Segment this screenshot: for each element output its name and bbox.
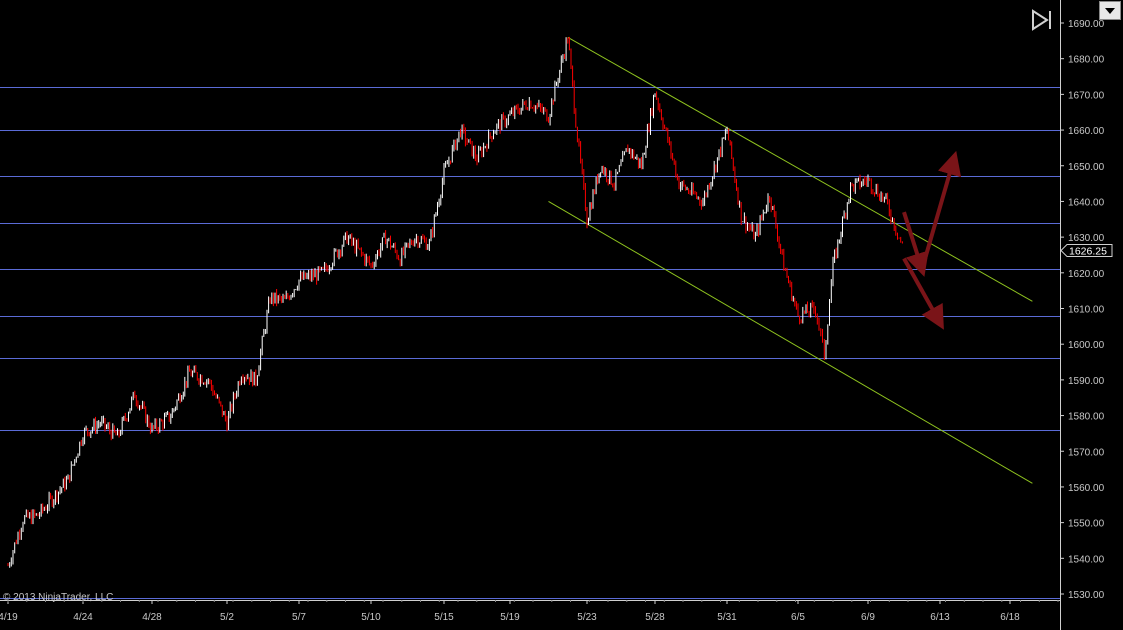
price-bars xyxy=(7,36,903,568)
last-price-label: 1626.25 xyxy=(1069,246,1107,258)
y-tick-label: 1620.00 xyxy=(1068,269,1105,280)
x-tick-label: 5/7 xyxy=(292,612,306,623)
horizontal-levels xyxy=(0,87,1060,599)
x-tick-label: 5/15 xyxy=(434,612,454,623)
x-tick-label: 6/18 xyxy=(1000,612,1020,623)
axes xyxy=(0,0,1061,630)
y-tick-label: 1560.00 xyxy=(1068,483,1105,494)
skip-to-end-icon[interactable] xyxy=(1031,9,1055,31)
dropdown-arrow-icon[interactable] xyxy=(1099,1,1121,20)
y-tick-label: 1650.00 xyxy=(1068,162,1105,173)
y-tick-label: 1670.00 xyxy=(1068,90,1105,101)
y-tick-label: 1570.00 xyxy=(1068,447,1105,458)
x-tick-label: 4/24 xyxy=(73,612,93,623)
y-tick-label: 1580.00 xyxy=(1068,412,1105,423)
x-tick-label: 5/31 xyxy=(717,612,737,623)
trend-channel xyxy=(548,36,1033,484)
x-tick-label: 4/28 xyxy=(142,612,162,623)
price-chart[interactable]: 1530.00 1540.00 1550.00 1560.00 1570.00 1580.… xyxy=(0,0,1123,630)
channel-line xyxy=(548,201,1033,484)
x-tick-label: 6/13 xyxy=(930,612,950,623)
y-tick-label: 1660.00 xyxy=(1068,126,1105,137)
y-tick-label: 1550.00 xyxy=(1068,519,1105,530)
x-tick-label: 6/9 xyxy=(861,612,875,623)
channel-line xyxy=(567,36,1033,302)
x-tick-label: 5/2 xyxy=(220,612,234,623)
y-tick-label: 1600.00 xyxy=(1068,340,1105,351)
x-tick-label: 6/5 xyxy=(791,612,805,623)
y-tick-label: 1690.00 xyxy=(1068,19,1105,30)
copyright-watermark: © 2013 NinjaTrader, LLC xyxy=(3,592,113,603)
projection-arrows xyxy=(902,150,962,330)
y-tick-label: 1680.00 xyxy=(1068,55,1105,66)
y-tick-label: 1590.00 xyxy=(1068,376,1105,387)
y-axis-labels: 1530.00 1540.00 1550.00 1560.00 1570.00 1580.… xyxy=(1060,19,1113,601)
x-axis-labels: 4/19 4/24 4/28 5/2 5/7 5/10 5/15 5/19 5/23 5/28 5/… xyxy=(0,600,1059,623)
y-tick-label: 1610.00 xyxy=(1068,305,1105,316)
x-tick-label: 5/19 xyxy=(500,612,520,623)
projection-arrow xyxy=(920,150,962,270)
y-tick-label: 1630.00 xyxy=(1068,233,1105,244)
x-tick-label: 5/10 xyxy=(361,612,381,623)
x-tick-label: 5/23 xyxy=(577,612,597,623)
y-tick-label: 1640.00 xyxy=(1068,197,1105,208)
x-tick-label: 4/19 xyxy=(0,612,18,623)
y-tick-label: 1540.00 xyxy=(1068,554,1105,565)
y-tick-label: 1530.00 xyxy=(1068,590,1105,601)
x-tick-label: 5/28 xyxy=(645,612,665,623)
